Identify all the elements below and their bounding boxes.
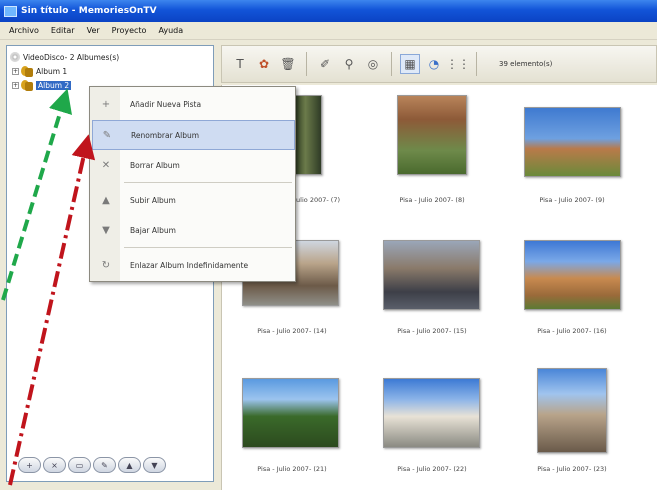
photo-caption: Pisa - Julio 2007- (16) xyxy=(537,327,607,335)
menu-item-add-track[interactable]: + Añadir Nueva Pista xyxy=(92,89,295,119)
loop-icon: ↻ xyxy=(101,259,111,271)
toolbar-separator xyxy=(306,52,307,76)
view-grid-icon[interactable]: ⋮⋮ xyxy=(446,54,470,74)
menu-item-loop-album[interactable]: ↻ Enlazar Album Indefinidamente xyxy=(92,250,295,280)
album-icon xyxy=(21,65,33,77)
menu-bar: Archivo Editar Ver Proyecto Ayuda xyxy=(0,22,657,40)
view-large-icon[interactable]: ▦ xyxy=(400,54,420,74)
photo-caption: Pisa - Julio 2007- (15) xyxy=(397,327,467,335)
menu-archivo[interactable]: Archivo xyxy=(3,26,45,35)
menu-item-move-up[interactable]: ▲ Subir Album xyxy=(92,185,295,215)
photo-caption: Pisa - Julio 2007- (21) xyxy=(257,465,327,473)
menu-ver[interactable]: Ver xyxy=(81,26,106,35)
effects-icon[interactable]: ✿ xyxy=(254,54,274,74)
plus-icon: + xyxy=(101,98,111,110)
menu-item-label: Añadir Nueva Pista xyxy=(130,99,202,109)
album-1-label: Album 1 xyxy=(36,66,68,76)
photo-caption: Pisa - Julio 2007- (14) xyxy=(257,327,327,335)
toolbar-separator xyxy=(476,52,477,76)
menu-item-label: Enlazar Album Indefinidamente xyxy=(130,260,249,270)
pencil-icon: ✎ xyxy=(102,129,112,141)
disc-icon[interactable]: ◎ xyxy=(363,54,383,74)
menu-item-label: Renombrar Album xyxy=(131,130,200,140)
menu-item-move-down[interactable]: ▼ Bajar Album xyxy=(92,215,295,245)
tree-root[interactable]: VideoDisco- 2 Albumes(s) xyxy=(10,52,119,62)
toolbar-separator xyxy=(391,52,392,76)
album-context-menu: + Añadir Nueva Pista ✎ Renombrar Album ✕… xyxy=(89,86,296,282)
move-down-button[interactable]: ▼ xyxy=(143,457,166,473)
photo-caption: Pisa - Julio 2007- (9) xyxy=(539,196,605,204)
remove-button[interactable]: × xyxy=(43,457,66,473)
x-icon: ✕ xyxy=(101,159,111,171)
add-button[interactable]: + xyxy=(18,457,41,473)
menu-item-label: Borrar Album xyxy=(130,160,180,170)
menu-editar[interactable]: Editar xyxy=(45,26,81,35)
disc-icon xyxy=(10,52,20,62)
tree-bottom-toolbar: + × ▭ ✎ ▲ ▼ xyxy=(18,457,166,473)
view-details-icon[interactable]: ◔ xyxy=(424,54,444,74)
gallery-toolbar: T ✿ 🗑 ✐ ⚲ ◎ ▦ ◔ ⋮⋮ 39 elemento(s) xyxy=(221,45,657,83)
arrow-up-icon: ▲ xyxy=(102,194,110,206)
tools-icon[interactable]: ⚲ xyxy=(339,54,359,74)
expand-icon[interactable]: + xyxy=(12,81,19,89)
tree-root-label: VideoDisco- 2 Albumes(s) xyxy=(23,52,120,62)
album-icon xyxy=(21,79,33,91)
menu-proyecto[interactable]: Proyecto xyxy=(106,26,153,35)
menu-item-label: Subir Album xyxy=(130,195,176,205)
move-up-button[interactable]: ▲ xyxy=(118,457,141,473)
tree-item-album-1[interactable]: + Album 1 xyxy=(12,65,67,77)
app-icon xyxy=(4,5,17,17)
app-window: Sin título - MemoriesOnTV Archivo Editar… xyxy=(0,0,657,490)
menu-item-rename-album[interactable]: ✎ Renombrar Album xyxy=(92,120,295,150)
menu-item-label: Bajar Album xyxy=(130,225,176,235)
title-bar: Sin título - MemoriesOnTV xyxy=(0,0,657,22)
expand-icon[interactable]: + xyxy=(12,67,19,75)
menu-separator xyxy=(124,247,292,248)
item-count: 39 elemento(s) xyxy=(499,60,553,68)
menu-separator xyxy=(124,182,292,183)
album-2-label: Album 2 xyxy=(36,80,72,90)
tree-item-album-2[interactable]: + Album 2 xyxy=(12,79,72,91)
window-title: Sin título - MemoriesOnTV xyxy=(21,6,157,16)
photo-caption: Pisa - Julio 2007- (23) xyxy=(537,465,607,473)
menu-item-delete-album[interactable]: ✕ Borrar Album xyxy=(92,150,295,180)
edit-button[interactable]: ✎ xyxy=(93,457,116,473)
text-icon[interactable]: T xyxy=(230,54,250,74)
delete-icon[interactable]: 🗑 xyxy=(278,54,298,74)
properties-button[interactable]: ▭ xyxy=(68,457,91,473)
edit-icon[interactable]: ✐ xyxy=(315,54,335,74)
photo-caption: Pisa - Julio 2007- (22) xyxy=(397,465,467,473)
photo-caption: Pisa - Julio 2007- (8) xyxy=(399,196,465,204)
menu-ayuda[interactable]: Ayuda xyxy=(152,26,189,35)
arrow-down-icon: ▼ xyxy=(102,224,110,236)
